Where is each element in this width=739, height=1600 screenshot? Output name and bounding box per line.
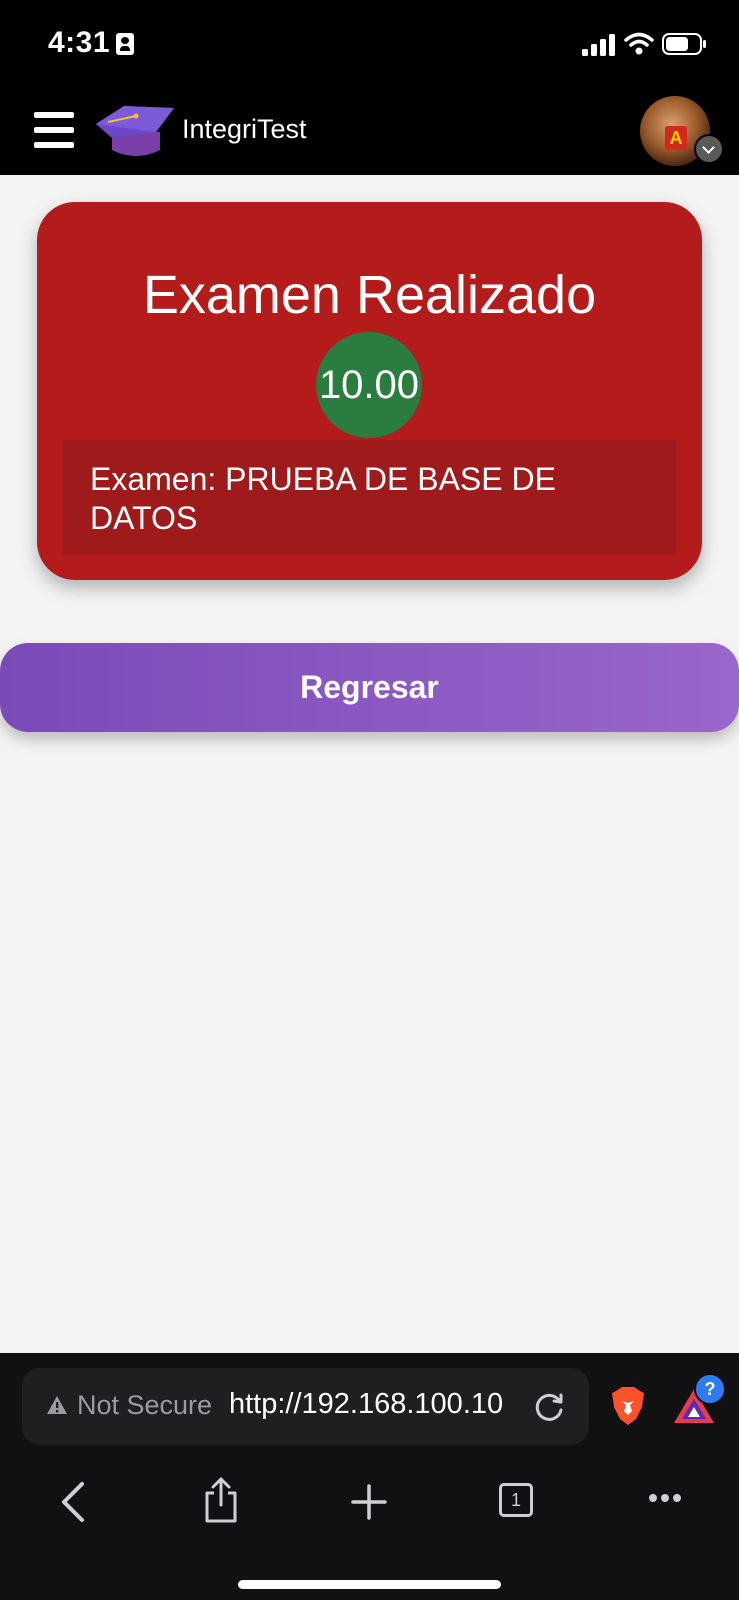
- brave-lion-icon[interactable]: [610, 1387, 646, 1427]
- reload-icon[interactable]: [532, 1390, 566, 1424]
- address-bar[interactable]: Not Secure http://192.168.100.10: [22, 1368, 589, 1445]
- app-title: IntegriTest: [182, 114, 307, 144]
- status-time: 4:31: [48, 26, 111, 59]
- share-icon[interactable]: [204, 1477, 238, 1523]
- more-options-icon[interactable]: [648, 1493, 682, 1503]
- exam-name: Examen: PRUEBA DE BASE DE DATOS: [90, 461, 556, 536]
- url-text[interactable]: http://192.168.100.10: [229, 1388, 503, 1421]
- status-bar: 4:31: [0, 0, 739, 88]
- warning-icon: [47, 1396, 67, 1414]
- back-button[interactable]: Regresar: [0, 643, 739, 732]
- avatar-emblem: A: [665, 126, 687, 150]
- exam-info-panel: Examen: PRUEBA DE BASE DE DATOS: [63, 440, 676, 554]
- result-card: Examen Realizado 10.00 Examen: PRUEBA DE…: [37, 202, 702, 580]
- back-arrow-icon[interactable]: [58, 1480, 88, 1524]
- signal-icon: [582, 34, 615, 56]
- help-badge[interactable]: ?: [694, 1373, 726, 1405]
- browser-toolbar: Not Secure http://192.168.100.10 ? 1: [0, 1353, 739, 1600]
- security-label: Not Secure: [77, 1390, 213, 1420]
- app-header: IntegriTest A: [0, 88, 739, 175]
- battery-icon: [662, 33, 706, 55]
- chevron-down-icon[interactable]: [694, 134, 724, 164]
- menu-icon[interactable]: [34, 112, 74, 148]
- new-tab-icon[interactable]: [350, 1483, 388, 1521]
- score-badge: 10.00: [316, 332, 422, 438]
- card-title: Examen Realizado: [142, 265, 597, 325]
- score-value: 10.00: [318, 363, 420, 407]
- graduation-cap-icon: [96, 106, 174, 156]
- contact-card-icon: [116, 33, 134, 55]
- wifi-icon: [624, 32, 654, 55]
- tabs-button[interactable]: 1: [499, 1483, 533, 1517]
- home-indicator: [238, 1580, 501, 1589]
